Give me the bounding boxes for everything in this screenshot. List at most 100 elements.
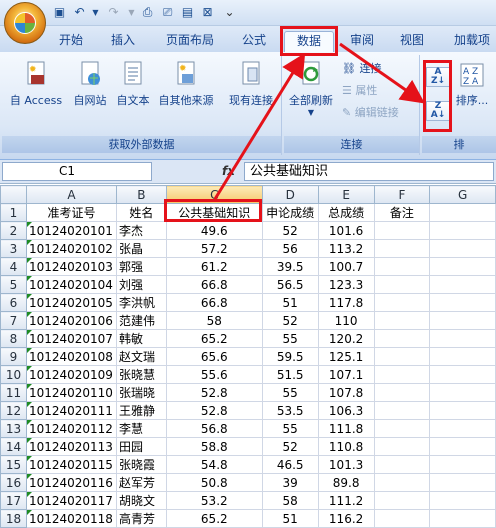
row-header[interactable]: 2 bbox=[0, 221, 27, 240]
print-preview-icon[interactable]: ⎙ bbox=[140, 5, 155, 20]
cell-exam-id[interactable]: 10124020113 bbox=[25, 437, 117, 456]
cell-name[interactable]: 李洪帆 bbox=[115, 293, 167, 312]
from-access-button[interactable]: ✹ 自 Access bbox=[6, 59, 66, 108]
cell-public-knowledge[interactable]: 58 bbox=[165, 311, 263, 330]
row-header[interactable]: 1 bbox=[0, 203, 27, 222]
cell-total-score[interactable]: 110 bbox=[317, 311, 375, 330]
sort-ascending-icon[interactable]: A Z↓ bbox=[426, 67, 450, 87]
redo-icon[interactable]: ↷ bbox=[106, 5, 121, 20]
cell-exam-id[interactable]: 10124020110 bbox=[25, 383, 117, 402]
empty-cell[interactable] bbox=[429, 311, 496, 330]
empty-cell[interactable] bbox=[429, 491, 496, 510]
empty-cell[interactable] bbox=[429, 383, 496, 402]
row-header[interactable]: 15 bbox=[0, 455, 27, 474]
cell-name[interactable]: 张晓霞 bbox=[115, 455, 167, 474]
empty-cell[interactable] bbox=[429, 293, 496, 312]
cell-total-score[interactable]: 120.2 bbox=[317, 329, 375, 348]
cell-total-score[interactable]: 107.1 bbox=[317, 365, 375, 384]
empty-cell[interactable] bbox=[429, 365, 496, 384]
cell-remarks[interactable] bbox=[373, 311, 431, 330]
cell-public-knowledge[interactable]: 58.8 bbox=[165, 437, 263, 456]
cell-exam-id[interactable]: 10124020106 bbox=[25, 311, 117, 330]
cell-essay-score[interactable]: 55 bbox=[261, 329, 319, 348]
cell-remarks[interactable] bbox=[373, 437, 431, 456]
cell-name[interactable]: 赵军芳 bbox=[115, 473, 167, 492]
empty-cell[interactable] bbox=[429, 419, 496, 438]
office-button[interactable] bbox=[4, 2, 46, 44]
cell-remarks[interactable] bbox=[373, 473, 431, 492]
row-header[interactable]: 6 bbox=[0, 293, 27, 312]
cell-exam-id[interactable]: 10124020107 bbox=[25, 329, 117, 348]
cell-remarks[interactable] bbox=[373, 455, 431, 474]
cell-public-knowledge[interactable]: 54.8 bbox=[165, 455, 263, 474]
cell-total-score[interactable]: 111.2 bbox=[317, 491, 375, 510]
tab-view[interactable]: 视图 bbox=[390, 31, 434, 52]
cell-essay-score[interactable]: 46.5 bbox=[261, 455, 319, 474]
row-header[interactable]: 13 bbox=[0, 419, 27, 438]
tab-insert[interactable]: 插入 bbox=[102, 31, 144, 52]
row-header[interactable]: 9 bbox=[0, 347, 27, 366]
cell-remarks[interactable] bbox=[373, 401, 431, 420]
refresh-all-button[interactable]: 全部刷新 ▼ bbox=[286, 59, 336, 117]
cell-essay-score[interactable]: 52 bbox=[261, 221, 319, 240]
cell-essay-score[interactable]: 39.5 bbox=[261, 257, 319, 276]
row-header[interactable]: 14 bbox=[0, 437, 27, 456]
empty-cell[interactable] bbox=[429, 455, 496, 474]
column-header-g[interactable]: G bbox=[429, 185, 496, 204]
header-cell[interactable]: 备注 bbox=[373, 203, 431, 222]
cell-exam-id[interactable]: 10124020103 bbox=[25, 257, 117, 276]
row-header[interactable]: 17 bbox=[0, 491, 27, 510]
column-header-e[interactable]: E bbox=[317, 185, 375, 204]
cell-remarks[interactable] bbox=[373, 275, 431, 294]
cell-remarks[interactable] bbox=[373, 383, 431, 402]
cell-essay-score[interactable]: 51 bbox=[261, 509, 319, 528]
cell-public-knowledge[interactable]: 53.2 bbox=[165, 491, 263, 510]
cell-name[interactable]: 张瑞晓 bbox=[115, 383, 167, 402]
row-header[interactable]: 10 bbox=[0, 365, 27, 384]
row-header[interactable]: 12 bbox=[0, 401, 27, 420]
column-header-b[interactable]: B bbox=[115, 185, 167, 204]
cell-remarks[interactable] bbox=[373, 491, 431, 510]
cell-name[interactable]: 赵文瑞 bbox=[115, 347, 167, 366]
header-cell[interactable]: 准考证号 bbox=[25, 203, 117, 222]
cell-total-score[interactable]: 111.8 bbox=[317, 419, 375, 438]
row-header[interactable]: 18 bbox=[0, 509, 27, 528]
cell-exam-id[interactable]: 10124020109 bbox=[25, 365, 117, 384]
cell-name[interactable]: 韩敏 bbox=[115, 329, 167, 348]
cell-remarks[interactable] bbox=[373, 347, 431, 366]
empty-cell[interactable] bbox=[429, 275, 496, 294]
cell-exam-id[interactable]: 10124020117 bbox=[25, 491, 117, 510]
formula-input[interactable]: 公共基础知识 bbox=[244, 162, 494, 181]
from-web-button[interactable]: 自网站 bbox=[68, 59, 112, 108]
cell-name[interactable]: 胡晓文 bbox=[115, 491, 167, 510]
cell-exam-id[interactable]: 10124020108 bbox=[25, 347, 117, 366]
cell-essay-score[interactable]: 53.5 bbox=[261, 401, 319, 420]
cell-essay-score[interactable]: 52 bbox=[261, 437, 319, 456]
row-header[interactable]: 3 bbox=[0, 239, 27, 258]
header-cell[interactable]: 总成绩 bbox=[317, 203, 375, 222]
cell-total-score[interactable]: 101.3 bbox=[317, 455, 375, 474]
header-cell[interactable]: 公共基础知识 bbox=[165, 203, 263, 222]
cell-essay-score[interactable]: 39 bbox=[261, 473, 319, 492]
empty-cell[interactable] bbox=[429, 257, 496, 276]
cell-exam-id[interactable]: 10124020115 bbox=[25, 455, 117, 474]
properties-button[interactable]: ☰ 属性 bbox=[342, 83, 377, 99]
cell-essay-score[interactable]: 56 bbox=[261, 239, 319, 258]
cell-public-knowledge[interactable]: 65.6 bbox=[165, 347, 263, 366]
cell-total-score[interactable]: 113.2 bbox=[317, 239, 375, 258]
row-header[interactable]: 16 bbox=[0, 473, 27, 492]
cell-name[interactable]: 田园 bbox=[115, 437, 167, 456]
cell-public-knowledge[interactable]: 57.2 bbox=[165, 239, 263, 258]
cell-name[interactable]: 李杰 bbox=[115, 221, 167, 240]
cell-total-score[interactable]: 116.2 bbox=[317, 509, 375, 528]
empty-cell[interactable] bbox=[429, 239, 496, 258]
row-header[interactable]: 4 bbox=[0, 257, 27, 276]
cell-exam-id[interactable]: 10124020102 bbox=[25, 239, 117, 258]
empty-cell[interactable] bbox=[429, 203, 496, 222]
header-cell[interactable]: 申论成绩 bbox=[261, 203, 319, 222]
name-box[interactable]: C1 bbox=[2, 162, 152, 181]
cell-total-score[interactable]: 106.3 bbox=[317, 401, 375, 420]
header-cell[interactable]: 姓名 bbox=[115, 203, 167, 222]
cell-name[interactable]: 张晶 bbox=[115, 239, 167, 258]
cell-essay-score[interactable]: 55 bbox=[261, 419, 319, 438]
